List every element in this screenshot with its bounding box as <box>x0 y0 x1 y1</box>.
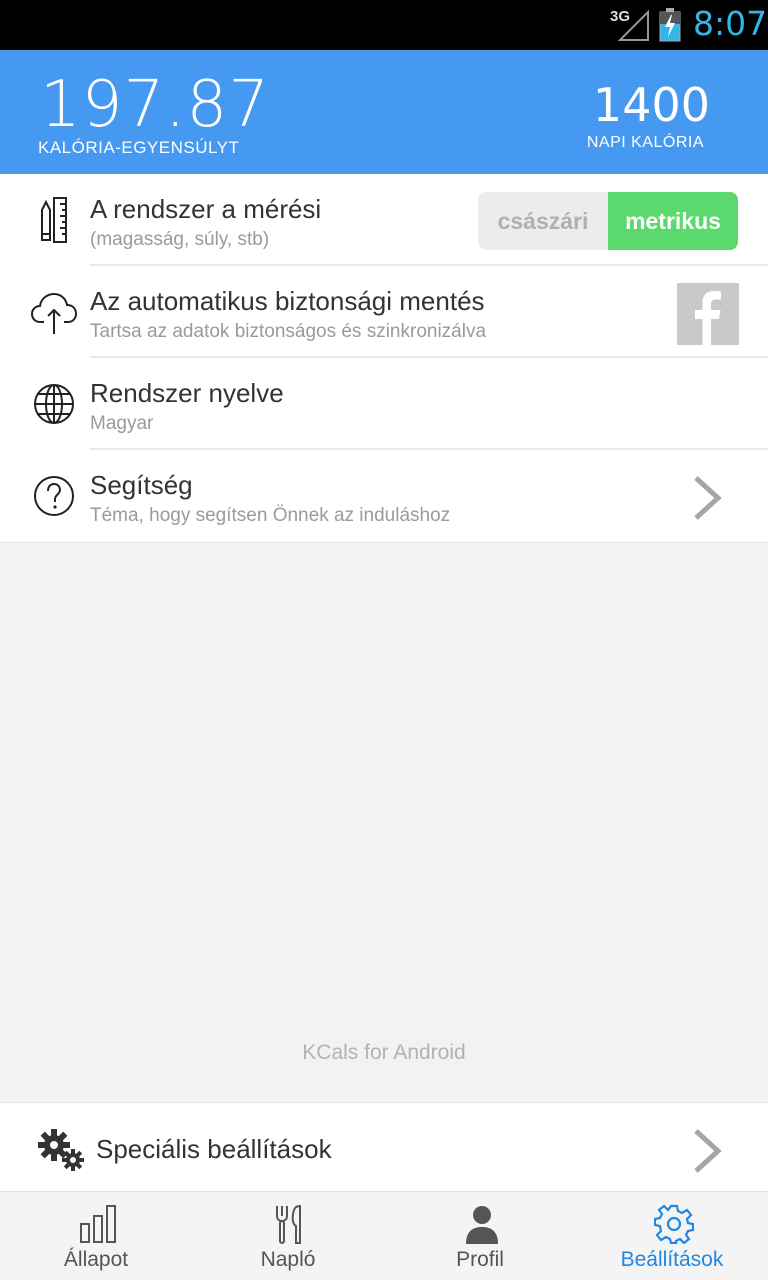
imperial-option[interactable]: császári <box>478 192 608 250</box>
nav-profile-label: Profil <box>456 1248 504 1271</box>
ruler-pencil-icon <box>41 197 67 243</box>
help-title: Segítség <box>90 470 193 500</box>
nav-diary-label: Napló <box>260 1248 316 1271</box>
measurement-subtitle: (magasság, súly, stb) <box>90 229 270 250</box>
nav-status[interactable]: Állapot <box>0 1192 192 1280</box>
backup-title: Az automatikus biztonsági mentés <box>90 286 485 316</box>
gear-icon <box>654 1204 694 1244</box>
fork-knife-icon <box>276 1204 301 1244</box>
special-settings-title: Speciális beállítások <box>96 1134 332 1164</box>
special-settings-row[interactable]: Speciális beállítások <box>0 1102 768 1192</box>
language-value: Magyar <box>90 413 154 434</box>
nav-status-label: Állapot <box>63 1248 129 1271</box>
unit-toggle: császári metrikus <box>478 192 738 250</box>
calorie-balance-label: KALÓRIA-EGYENSÚLYT <box>38 138 240 157</box>
metric-option[interactable]: metrikus <box>608 192 738 250</box>
help-icon <box>34 476 74 516</box>
facebook-icon <box>695 291 721 345</box>
nav-profile[interactable]: Profil <box>384 1192 576 1280</box>
nav-diary[interactable]: Napló <box>192 1192 384 1280</box>
globe-icon <box>34 384 74 424</box>
language-title: Rendszer nyelve <box>90 378 284 408</box>
chevron-right-icon <box>694 476 722 520</box>
signal-icon <box>618 9 649 41</box>
daily-calorie-label: NAPI KALÓRIA <box>586 134 704 151</box>
gears-icon <box>38 1129 84 1171</box>
daily-calorie-value: 1400 <box>592 78 710 132</box>
cloud-upload-icon <box>30 292 78 334</box>
help-subtitle: Téma, hogy segítsen Önnek az induláshoz <box>90 505 451 526</box>
measurement-title: A rendszer a mérési <box>90 194 322 224</box>
nav-settings[interactable]: Beállítások <box>576 1192 768 1280</box>
chevron-right-icon <box>694 1129 722 1173</box>
bar-chart-icon <box>80 1205 116 1243</box>
nav-settings-label: Beállítások <box>620 1248 724 1271</box>
clock: 8:07 <box>693 4 768 43</box>
calorie-header: 197.87 KALÓRIA-EGYENSÚLYT 1400 NAPI KALÓ… <box>0 50 768 174</box>
backup-row[interactable]: Az automatikus biztonsági mentés Tartsa … <box>0 266 768 358</box>
bottom-nav: Állapot Napló Profil Beállítások <box>0 1192 768 1280</box>
measurement-system-row: A rendszer a mérési (magasság, súly, stb… <box>0 174 768 266</box>
help-row[interactable]: Segítség Téma, hogy segítsen Önnek az in… <box>0 450 768 542</box>
status-bar: 3G 8:07 <box>0 0 768 50</box>
language-row[interactable]: Rendszer nyelve Magyar <box>0 358 768 450</box>
settings-list: A rendszer a mérési (magasság, súly, stb… <box>0 174 768 543</box>
person-icon <box>466 1206 498 1244</box>
facebook-button[interactable] <box>677 283 739 345</box>
backup-subtitle: Tartsa az adatok biztonságos és szinkron… <box>90 321 487 342</box>
calorie-balance-value: 197.87 <box>40 68 270 142</box>
battery-charging-icon <box>659 8 681 42</box>
app-footer-text: KCals for Android <box>302 1041 466 1064</box>
